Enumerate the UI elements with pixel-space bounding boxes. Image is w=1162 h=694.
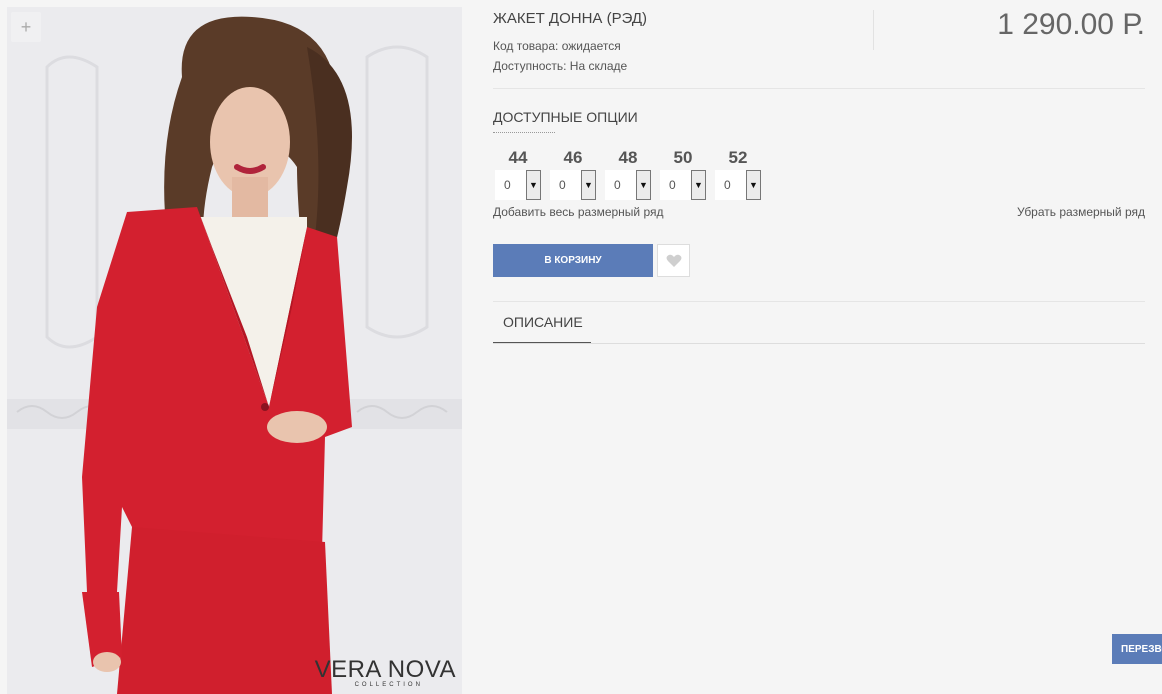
size-label: 48 — [618, 148, 638, 167]
product-availability: Доступность: На складе — [493, 59, 628, 73]
remove-all-sizes-link[interactable]: Убрать размерный ряд — [1017, 205, 1145, 219]
product-image[interactable]: + VERA NOVA COLLECTION — [7, 7, 462, 694]
size-grid: 44 0 ▼ 46 0 ▼ 48 0 ▼ 50 0 ▼ 52 0 ▼ — [495, 148, 770, 200]
dropdown-arrow-icon[interactable]: ▼ — [581, 170, 596, 200]
dropdown-arrow-icon[interactable]: ▼ — [691, 170, 706, 200]
tab-label: ОПИСАНИЕ — [503, 314, 583, 330]
watermark-brand: VERA NOVA — [314, 656, 456, 683]
divider — [493, 88, 1145, 89]
callback-label: ПЕРЕЗВОНИТЕ — [1121, 643, 1162, 655]
size-label: 50 — [673, 148, 693, 167]
dropdown-arrow-icon[interactable]: ▼ — [746, 170, 761, 200]
options-title: ДОСТУПНЫЕ ОПЦИИ — [493, 109, 638, 125]
quantity-value: 0 — [724, 178, 731, 192]
dropdown-arrow-icon[interactable]: ▼ — [636, 170, 651, 200]
add-to-cart-button[interactable]: В КОРЗИНУ — [493, 244, 653, 277]
size-option: 50 0 ▼ — [660, 148, 715, 200]
quantity-value: 0 — [669, 178, 676, 192]
size-option: 48 0 ▼ — [605, 148, 660, 200]
price-divider — [873, 10, 874, 50]
quantity-value: 0 — [614, 178, 621, 192]
heart-icon — [666, 254, 681, 267]
tabs-baseline — [493, 343, 1145, 344]
quantity-select[interactable]: 0 ▼ — [495, 170, 541, 200]
size-option: 52 0 ▼ — [715, 148, 770, 200]
quantity-select[interactable]: 0 ▼ — [715, 170, 761, 200]
size-label: 44 — [508, 148, 528, 167]
quantity-select[interactable]: 0 ▼ — [605, 170, 651, 200]
options-underline — [493, 132, 555, 133]
quantity-select[interactable]: 0 ▼ — [660, 170, 706, 200]
brand-watermark: VERA NOVA COLLECTION — [315, 656, 456, 688]
product-photo — [7, 7, 462, 694]
size-label: 46 — [563, 148, 583, 167]
product-info: ЖАКЕТ ДОННА (РЭД) Код товара: ожидается … — [493, 8, 1145, 344]
divider — [493, 301, 1145, 302]
zoom-icon[interactable]: + — [11, 12, 41, 42]
quantity-select[interactable]: 0 ▼ — [550, 170, 596, 200]
wishlist-button[interactable] — [657, 244, 690, 277]
callback-button[interactable]: ПЕРЕЗВОНИТЕ — [1112, 634, 1162, 664]
quantity-value: 0 — [559, 178, 566, 192]
size-label: 52 — [728, 148, 748, 167]
size-option: 46 0 ▼ — [550, 148, 605, 200]
product-price: 1 290.00 Р. — [997, 8, 1145, 41]
quantity-value: 0 — [504, 178, 511, 192]
dropdown-arrow-icon[interactable]: ▼ — [526, 170, 541, 200]
size-option: 44 0 ▼ — [495, 148, 550, 200]
tab-description[interactable]: ОПИСАНИЕ — [493, 306, 591, 344]
add-all-sizes-link[interactable]: Добавить весь размерный ряд — [493, 205, 664, 219]
